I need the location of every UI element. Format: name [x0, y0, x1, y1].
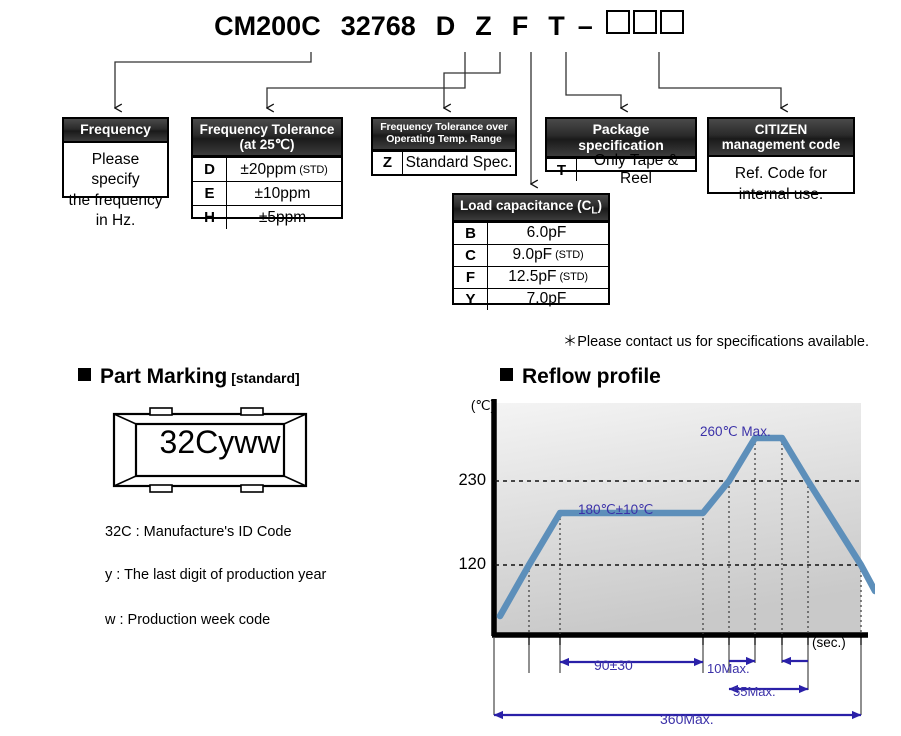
part-number-blank-box-3 [659, 10, 684, 34]
row-value: 9.0pF (STD) [488, 245, 608, 266]
table-frequency-tolerance-temp: Frequency Tolerance over Operating Temp.… [371, 117, 517, 176]
row-value-text: 12.5pF [508, 268, 557, 286]
chart-y-tick-120: 120 [458, 555, 486, 573]
chart-annotation-peak-temp: 260℃ Max. [700, 424, 771, 439]
header-tail: ) [597, 198, 602, 213]
table-frequency-tolerance-temp-header: Frequency Tolerance over Operating Temp.… [373, 119, 515, 151]
header-line-2: management code [721, 137, 841, 153]
part-number-segment-series: CM200C [214, 11, 321, 41]
part-marking-legend-item: w : Production week code [105, 612, 271, 628]
connector-citizen-code [658, 52, 781, 108]
reflow-profile-chart [491, 399, 875, 720]
chart-annotation-reflow-time: 55Max. [733, 684, 776, 699]
part-number-code: CM200C 32768 D Z F T – [0, 10, 901, 42]
section-heading-subtext: [standard] [231, 370, 300, 386]
row-code: B [454, 222, 488, 244]
row-code: D [193, 158, 227, 182]
header-line-1: Frequency Tolerance over [380, 121, 508, 133]
part-marking-legend-item: y : The last digit of production year [105, 567, 327, 583]
part-number-blank-box-1 [605, 10, 630, 34]
table-citizen-management-code: CITIZEN management code Ref. Code for in… [707, 117, 855, 203]
part-number-segment-tolerance: D [435, 11, 456, 41]
chart-y-tick-230: 230 [458, 471, 486, 489]
row-value-text: 9.0pF [512, 246, 553, 264]
table-row: Z Standard Spec. [373, 150, 515, 174]
table-row: H ±5ppm [193, 205, 341, 230]
row-value: Only Tape & Reel [593, 152, 679, 188]
table-frequency-tolerance-header: Frequency Tolerance (at 25℃) [193, 119, 341, 158]
part-number-segment-frequency: 32768 [340, 11, 416, 41]
row-value-text: 7.0pF [526, 290, 567, 308]
table-row: C 9.0pF (STD) [454, 243, 608, 266]
row-value: ±20ppm (STD) [227, 158, 341, 181]
connector-frequency-tolerance [267, 52, 466, 108]
row-value-note: (STD) [555, 249, 584, 262]
row-value: 12.5pF (STD) [488, 267, 608, 288]
part-marking-code: 32Cyww [159, 424, 281, 460]
row-value: 7.0pF [488, 289, 608, 310]
row-code: E [193, 182, 227, 206]
row-code: H [193, 206, 227, 230]
row-value: ±10ppm [227, 182, 341, 205]
bullet-square-icon [78, 368, 91, 381]
chart-annotation-preheat-time: 90±30 [594, 657, 633, 673]
table-load-capacitance-header: Load capacitance (CL) [454, 195, 608, 222]
table-row: Y 7.0pF [454, 287, 608, 310]
row-value-text: ±20ppm [240, 160, 297, 178]
header-line-2: Operating Temp. Range [386, 132, 502, 145]
part-marking-text: 32Cyww [110, 424, 330, 461]
row-value: ±5ppm [227, 206, 341, 229]
part-marking-legend-item: 32C : Manufacture's ID Code [105, 524, 292, 540]
chart-y-axis-unit: (℃) [470, 398, 495, 413]
table-load-capacitance: Load capacitance (CL) B 6.0pF C 9.0pF (ST… [452, 193, 610, 310]
connector-frequency [115, 52, 312, 108]
chart-annotation-peak-duration: 10Max. [707, 661, 750, 676]
row-value-note: (STD) [559, 271, 588, 284]
row-code: C [454, 244, 488, 266]
table-row: F 12.5pF (STD) [454, 265, 608, 288]
table-row: E ±10ppm [193, 181, 341, 206]
row-code: Y [454, 288, 488, 310]
table-row: T Only Tape & Reel [547, 152, 695, 188]
part-number-blank-box-2 [632, 10, 657, 34]
table-frequency: Frequency Please specify the frequency i… [62, 117, 169, 229]
table-citizen-header: CITIZEN management code [709, 119, 853, 158]
connector-frequency-temp [444, 52, 501, 108]
header-line-2: (at 25℃) [239, 137, 295, 153]
table-frequency-tolerance: Frequency Tolerance (at 25℃) D ±20ppm (ST… [191, 117, 343, 230]
row-code: Z [373, 151, 403, 174]
row-code: T [547, 159, 577, 182]
section-heading-text: Part Marking [100, 365, 228, 388]
specifications-note: ＊Please contact us for specifications av… [562, 334, 869, 350]
table-frequency-body: Please specify the frequency in Hz. [68, 150, 163, 230]
row-value-text: ±5ppm [258, 208, 307, 226]
chart-annotation-preheat-temp: 180℃±10℃ [578, 502, 654, 517]
header-line-1: CITIZEN [754, 122, 808, 137]
section-heading-text: Reflow profile [522, 365, 661, 388]
row-value-note: (STD) [299, 163, 328, 176]
row-value: Standard Spec. [405, 153, 513, 171]
section-heading-part-marking: Part Marking [standard] [78, 365, 300, 389]
header-line-1: Frequency Tolerance [199, 122, 335, 137]
connector-package-spec [565, 52, 621, 108]
row-value: 6.0pF [488, 223, 608, 244]
row-code: F [454, 266, 488, 288]
header-text: Load capacitance (C [460, 198, 592, 213]
table-frequency-header: Frequency [64, 119, 167, 143]
part-number-dash: – [577, 11, 593, 41]
part-number-segment-load-cap: F [511, 11, 529, 41]
table-row: D ±20ppm (STD) [193, 157, 341, 182]
chart-annotation-total-time: 360Max. [660, 711, 714, 727]
table-row: B 6.0pF [454, 221, 608, 244]
part-number-segment-temp-tolerance: Z [475, 11, 492, 41]
bullet-square-icon [500, 368, 513, 381]
chart-x-axis-unit: (sec.) [812, 635, 846, 650]
chart-plot-area [495, 403, 861, 634]
section-heading-reflow-profile: Reflow profile [500, 365, 661, 389]
table-citizen-body: Ref. Code for internal use. [734, 165, 828, 203]
part-number-segment-package: T [548, 11, 565, 41]
table-package-specification: Package specification T Only Tape & Reel [545, 117, 697, 187]
row-value-text: ±10ppm [254, 184, 311, 202]
row-value-text: 6.0pF [526, 224, 567, 242]
